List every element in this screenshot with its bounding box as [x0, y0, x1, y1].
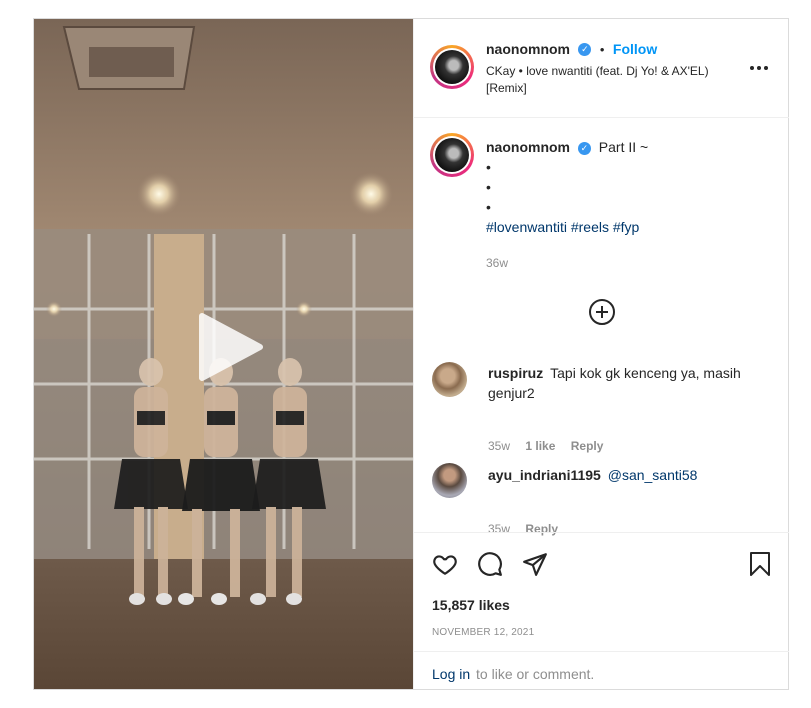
bookmark-icon[interactable]: [748, 551, 772, 577]
send-icon[interactable]: [522, 551, 548, 577]
hashtag-link[interactable]: #reels: [571, 219, 609, 235]
post-date[interactable]: NOVEMBER 12, 2021: [432, 627, 534, 638]
more-horizontal-icon[interactable]: [749, 65, 769, 71]
caption-bullet: •: [486, 179, 491, 195]
play-icon[interactable]: [194, 312, 264, 382]
avatar[interactable]: [430, 45, 474, 89]
caption-username[interactable]: naonomnom: [486, 139, 570, 155]
comment-username[interactable]: ruspiruz: [488, 365, 543, 381]
caption-bullet: •: [486, 199, 491, 215]
plus-circle-icon[interactable]: [588, 298, 616, 326]
heart-icon[interactable]: [432, 551, 458, 577]
mention-link[interactable]: @san_santi58: [608, 467, 698, 483]
hashtag-link[interactable]: #fyp: [613, 219, 639, 235]
login-prompt-text: to like or comment.: [476, 666, 595, 682]
caption-text: Part II ~: [598, 139, 649, 155]
caption-timestamp[interactable]: 36w: [486, 253, 766, 273]
comment-timestamp[interactable]: 35w: [488, 439, 510, 453]
verified-badge-icon: ✓: [577, 141, 591, 155]
likes-count[interactable]: 15,857 likes: [432, 597, 510, 613]
comment-avatar[interactable]: [432, 362, 467, 397]
post-side-panel: naonomnom ✓ • Follow CKay • love nwantit…: [413, 19, 789, 690]
video-player[interactable]: [34, 19, 413, 689]
caption-avatar[interactable]: [430, 133, 474, 177]
comment-reply-button[interactable]: Reply: [571, 439, 604, 453]
comment-username[interactable]: ayu_indriani1195: [488, 467, 601, 483]
login-prompt: Log in to like or comment.: [414, 651, 789, 691]
audio-track-link[interactable]: CKay • love nwantiti (feat. Dj Yo! & AX'…: [486, 63, 716, 97]
caption-bullet: •: [486, 159, 491, 175]
actions-section: 15,857 likes NOVEMBER 12, 2021 Log in to…: [414, 532, 789, 690]
login-link[interactable]: Log in: [432, 666, 470, 682]
post-header: naonomnom ✓ • Follow CKay • love nwantit…: [414, 19, 789, 118]
follow-button[interactable]: Follow: [613, 41, 657, 57]
header-username[interactable]: naonomnom: [486, 41, 570, 57]
comment-icon[interactable]: [477, 551, 503, 577]
comment-avatar[interactable]: [432, 463, 467, 498]
header-separator: •: [599, 42, 605, 57]
caption-hashtags: #lovenwantiti #reels #fyp: [486, 217, 766, 237]
comment-likes[interactable]: 1 like: [525, 439, 555, 453]
post-card: naonomnom ✓ • Follow CKay • love nwantit…: [33, 18, 789, 690]
verified-badge-icon: ✓: [578, 43, 592, 57]
hashtag-link[interactable]: #lovenwantiti: [486, 219, 567, 235]
